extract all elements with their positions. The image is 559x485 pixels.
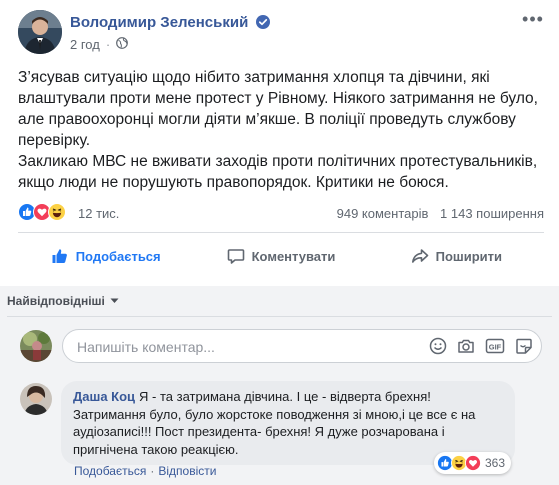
comment-compose: GIF (62, 329, 542, 363)
reactions-count[interactable]: 12 тис. (78, 206, 119, 221)
chevron-down-icon (110, 298, 119, 303)
like-button[interactable]: Подобається (18, 240, 193, 272)
summary-right: 949 коментарів 1 143 поширення (329, 206, 544, 221)
comment-input[interactable] (75, 338, 349, 356)
camera-icon[interactable] (457, 337, 475, 355)
comment-actions: Подобається · Відповісти (74, 464, 217, 478)
comment-reply-link[interactable]: Відповісти (158, 464, 216, 478)
emoji-icon[interactable] (429, 337, 447, 355)
comment-like-link[interactable]: Подобається (74, 464, 146, 478)
current-user-avatar[interactable] (20, 330, 52, 362)
post-header: Володимир Зеленський 2 год · ••• (18, 10, 549, 58)
comments-count[interactable]: 949 коментарів (337, 206, 429, 221)
globe-icon (116, 37, 129, 52)
like-button-label: Подобається (75, 248, 161, 264)
author-name[interactable]: Володимир Зеленський (70, 14, 248, 31)
comment-reactions-count: 363 (485, 456, 506, 470)
verified-badge-icon (256, 15, 271, 33)
share-icon (411, 249, 428, 263)
share-button-label: Поширити (435, 248, 503, 264)
svg-text:GIF: GIF (489, 342, 502, 351)
comment-button[interactable]: Коментувати (193, 240, 368, 272)
comment-icon (227, 249, 244, 264)
share-button[interactable]: Поширити (369, 240, 544, 272)
more-options-icon[interactable]: ••• (521, 10, 545, 32)
post-meta: 2 год · (70, 37, 129, 52)
reaction-icons[interactable] (18, 203, 66, 221)
post-time[interactable]: 2 год (70, 37, 100, 52)
author-name-row: Володимир Зеленський (70, 14, 271, 33)
facebook-post: Володимир Зеленський 2 год · ••• З’ясува… (0, 0, 559, 485)
commenter-avatar[interactable] (20, 383, 52, 415)
comments-sort-dropdown[interactable]: Найвідповідніші (7, 294, 119, 308)
comment-reactions[interactable]: 363 (434, 452, 512, 474)
post-text: З’ясував ситуацію щодо нібито затримання… (18, 67, 548, 193)
shares-count[interactable]: 1 143 поширення (440, 206, 544, 221)
comment-button-label: Коментувати (251, 248, 336, 264)
sticker-icon[interactable] (515, 337, 533, 355)
post-paragraph: Закликаю МВС не вживати заходів проти по… (18, 153, 538, 191)
divider (7, 316, 552, 317)
author-avatar[interactable] (18, 10, 62, 54)
comments-section: Найвідповідніші Напишіть коментар... GIF… (0, 286, 559, 485)
love-reaction-icon (465, 455, 481, 471)
compose-icons: GIF (429, 337, 533, 355)
thumbs-up-icon (52, 249, 67, 263)
post-actions: Подобається Коментувати Поширити (18, 240, 544, 272)
divider (18, 232, 544, 233)
haha-reaction-icon (48, 203, 66, 221)
post-paragraph: З’ясував ситуацію щодо нібито затримання… (18, 69, 538, 149)
reactions-summary: 12 тис. 949 коментарів 1 143 поширення (18, 203, 544, 223)
comments-sort-label: Найвідповідніші (7, 294, 105, 308)
commenter-name[interactable]: Даша Коц (73, 389, 135, 404)
gif-icon[interactable]: GIF (485, 337, 505, 355)
